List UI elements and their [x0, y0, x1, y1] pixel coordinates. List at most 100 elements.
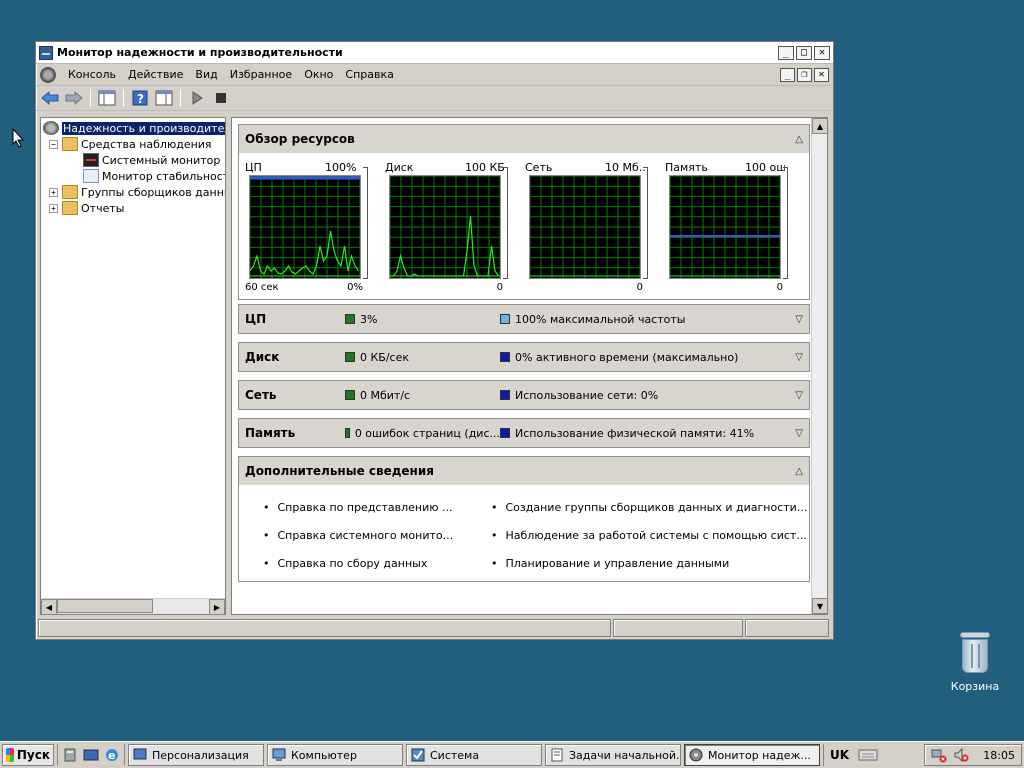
tree-item-stability-monitor[interactable]: Монитор стабильности с [83, 168, 225, 184]
forward-arrow-icon[interactable] [64, 88, 84, 108]
gauge-icon [689, 748, 703, 762]
menu-window[interactable]: Окно [298, 68, 339, 81]
link-monitor-system[interactable]: Наблюдение за работой системы с помощью … [491, 521, 811, 549]
scroll-left-button[interactable]: ◀ [41, 599, 57, 615]
graph-min-label: 0 [636, 282, 643, 293]
volume-muted-icon[interactable] [953, 747, 969, 763]
stop-icon[interactable] [211, 88, 231, 108]
stability-chart-icon [83, 169, 99, 183]
expand-arrow-icon[interactable]: ▽ [795, 390, 803, 401]
inner-minimize-button[interactable]: _ [780, 67, 795, 82]
start-label: Пуск [16, 748, 50, 762]
inner-restore-button[interactable]: ❐ [797, 67, 812, 82]
language-indicator[interactable]: UK [823, 744, 855, 766]
help-link-view[interactable]: Справка по представлению ... [263, 493, 491, 521]
link-schedule-data[interactable]: Планирование и управление данными [491, 549, 811, 577]
recycle-bin-label: Корзина [950, 680, 1000, 693]
expand-arrow-icon[interactable]: ▽ [795, 352, 803, 363]
scroll-right-button[interactable]: ▶ [209, 599, 225, 615]
play-icon[interactable] [187, 88, 207, 108]
start-button[interactable]: Пуск [2, 744, 54, 766]
expand-icon[interactable]: + [49, 187, 58, 197]
system-icon [411, 748, 425, 762]
tree-item-system-monitor[interactable]: Системный монитор [83, 152, 220, 168]
internet-explorer-icon[interactable]: e [104, 747, 120, 763]
close-button[interactable]: ✕ [814, 45, 830, 60]
help-icon[interactable]: ? [130, 88, 150, 108]
maximize-button[interactable]: □ [796, 45, 812, 60]
scroll-down-button[interactable]: ▼ [812, 598, 827, 614]
tree-item-data-collector-sets[interactable]: + Группы сборщиков данных [49, 184, 225, 200]
expand-icon[interactable]: + [49, 203, 58, 213]
tree-item-root[interactable]: Надежность и производительность [43, 120, 225, 136]
window-titlebar[interactable]: Монитор надежности и производительности … [36, 42, 833, 64]
expand-arrow-icon[interactable]: ▽ [795, 314, 803, 325]
resource-row-memory[interactable]: Память 0 ошибок страниц (дис... Использова… [238, 418, 810, 448]
link-create-collector-set[interactable]: Создание группы сборщиков данных и диагн… [491, 493, 811, 521]
tree-item-monitoring-tools[interactable]: − Средства наблюдения [49, 136, 212, 152]
help-link-sysmon[interactable]: Справка системного монито... [263, 521, 491, 549]
task-initial-configuration[interactable]: Задачи начальной... [545, 744, 681, 766]
svg-text:e: e [108, 749, 115, 762]
color-swatch [345, 428, 350, 438]
keyboard-icon[interactable] [858, 748, 878, 762]
tree-horizontal-scrollbar[interactable]: ◀ ▶ [41, 598, 225, 615]
graph-0 [249, 175, 361, 279]
tree-item-root-label: Надежность и производительность [62, 121, 225, 135]
resource-value-2: 0% активного времени (максимально) [500, 351, 738, 364]
resource-row-cpu[interactable]: ЦП 3% 100% максимальной частоты ▽ [238, 304, 810, 334]
menu-view[interactable]: Вид [189, 68, 223, 81]
recycle-bin-desktop-icon[interactable]: Корзина [946, 630, 1004, 693]
tree-item-label: Группы сборщиков данных [81, 185, 225, 199]
console-icon[interactable] [40, 66, 56, 83]
menu-help[interactable]: Справка [339, 68, 399, 81]
color-swatch [500, 390, 510, 400]
tree-item-reports[interactable]: + Отчеты [49, 200, 124, 216]
resource-graphs: ЦП 100% 60 сек 0% Диск 100 КБ... 0 Сеть 10 Мб...… [239, 153, 809, 299]
scroll-thumb[interactable] [57, 599, 153, 613]
resource-name: Сеть [245, 388, 277, 402]
clock[interactable]: 18:05 [983, 749, 1015, 762]
menu-console[interactable]: Консоль [62, 68, 122, 81]
color-swatch [345, 314, 355, 324]
collapse-icon[interactable]: − [49, 139, 58, 149]
properties-icon[interactable] [154, 88, 174, 108]
menu-action[interactable]: Действие [122, 68, 189, 81]
collapse-arrow-icon[interactable]: △ [795, 466, 803, 477]
task-reliability-monitor[interactable]: Монитор надеж... [684, 744, 820, 766]
graph-max-label: 10 Мб... [605, 161, 645, 174]
collapse-arrow-icon[interactable]: △ [795, 134, 803, 145]
server-manager-icon[interactable] [62, 747, 78, 763]
show-desktop-icon[interactable] [83, 747, 99, 763]
task-system[interactable]: Система [406, 744, 542, 766]
show-tree-icon[interactable] [97, 88, 117, 108]
resource-name: ЦП [245, 312, 267, 326]
task-computer[interactable]: Компьютер [267, 744, 403, 766]
graph-min-label: 0 [496, 282, 503, 293]
resource-name: Диск [245, 350, 280, 364]
resource-row-network[interactable]: Сеть 0 Мбит/с Использование сети: 0% ▽ [238, 380, 810, 410]
task-label: Персонализация [152, 748, 249, 762]
resource-value-1: 0 ошибок страниц (дис... [345, 427, 500, 440]
task-personalization[interactable]: Персонализация [128, 744, 264, 766]
details-pane: Обзор ресурсов △ ЦП 100% 60 сек 0% Диск 100 К… [231, 117, 828, 615]
graph-max-label: 100 оши... [745, 161, 785, 174]
expand-arrow-icon[interactable]: ▽ [795, 428, 803, 439]
resource-value-1: 0 КБ/сек [345, 351, 500, 364]
more-info-title: Дополнительные сведения [245, 464, 434, 478]
more-info-header[interactable]: Дополнительные сведения △ [239, 457, 809, 485]
resource-row-disk[interactable]: Диск 0 КБ/сек 0% активного времени (максим… [238, 342, 810, 372]
network-disconnected-icon[interactable] [931, 747, 947, 763]
minimize-button[interactable]: _ [778, 45, 794, 60]
help-link-data-collection[interactable]: Справка по сбору данных [263, 549, 491, 577]
back-arrow-icon[interactable] [40, 88, 60, 108]
taskbar: Пуск e Персонализация Компьютер Система … [0, 741, 1024, 768]
content-vertical-scrollbar[interactable]: ▲ ▼ [811, 118, 827, 614]
scroll-up-button[interactable]: ▲ [812, 118, 827, 134]
resource-overview-section: Обзор ресурсов △ ЦП 100% 60 сек 0% Диск 100 К… [238, 124, 810, 300]
inner-close-button[interactable]: ✕ [814, 67, 829, 82]
graph-3 [669, 175, 781, 279]
resource-overview-header[interactable]: Обзор ресурсов △ [239, 125, 809, 153]
graph-label: Диск [385, 161, 414, 174]
menu-favorites[interactable]: Избранное [224, 68, 298, 81]
